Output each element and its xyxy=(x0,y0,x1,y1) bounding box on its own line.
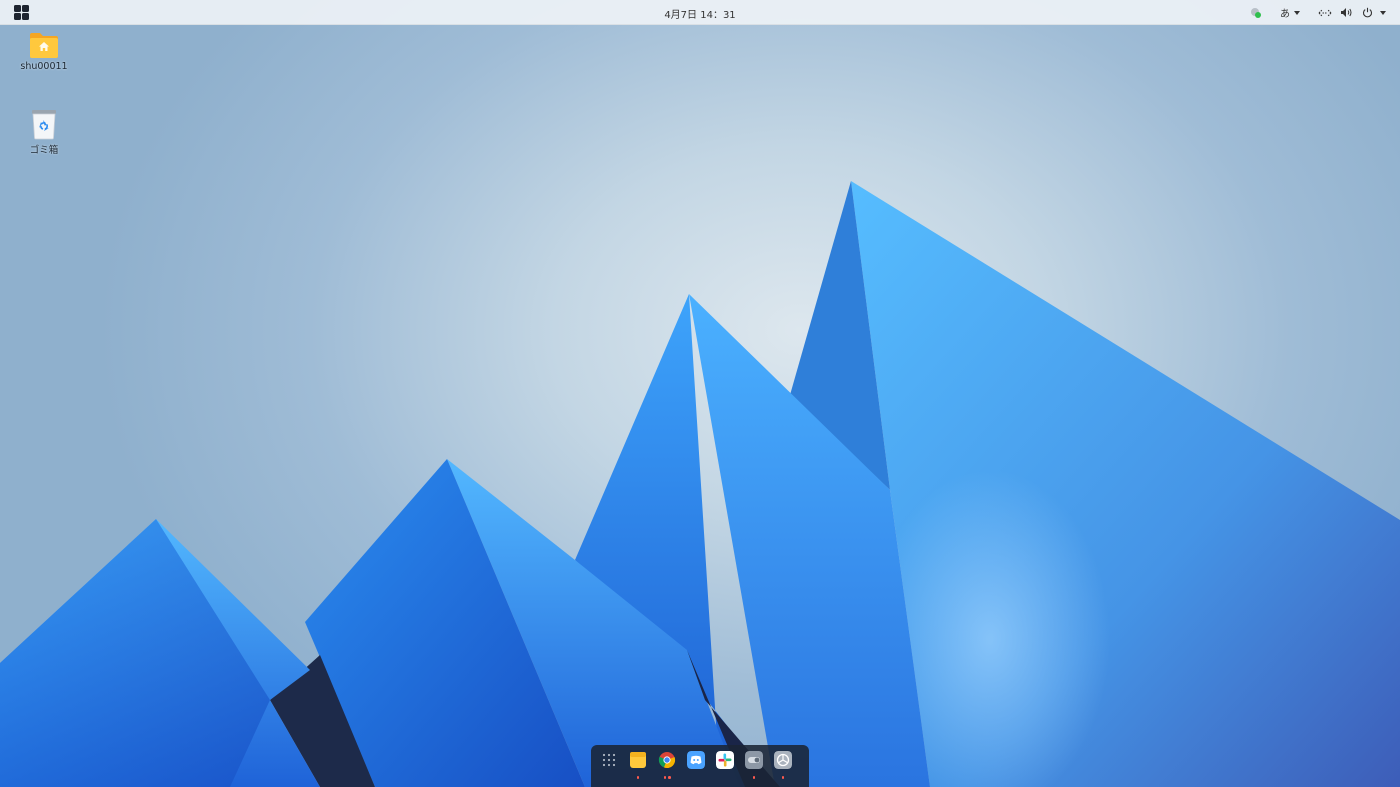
dock-item-slack[interactable] xyxy=(715,751,735,781)
power-icon xyxy=(1363,7,1372,18)
desktop-icon-label: shu00011 xyxy=(20,61,68,72)
monitor-icon xyxy=(774,751,792,769)
dock-item-files[interactable] xyxy=(628,751,648,781)
dock-item-app-launcher[interactable] xyxy=(599,751,619,781)
slack-icon xyxy=(716,751,734,769)
folder-icon xyxy=(629,751,647,769)
dock-item-system-monitor[interactable] xyxy=(773,751,793,781)
input-method-label: あ xyxy=(1280,9,1290,20)
home-folder-icon xyxy=(29,31,59,59)
chevron-down-icon xyxy=(1294,10,1300,15)
dock-item-chrome[interactable] xyxy=(657,751,677,781)
discord-icon xyxy=(687,751,705,769)
activities-grid-icon[interactable] xyxy=(14,5,29,20)
grid-dots-icon xyxy=(600,751,618,769)
input-method-menu[interactable]: あ xyxy=(1280,4,1300,21)
running-indicator xyxy=(628,776,648,779)
desktop-icon-home[interactable]: shu00011 xyxy=(14,31,74,72)
power-menu[interactable] xyxy=(1362,4,1386,21)
settings-toggle-icon xyxy=(745,751,763,769)
chrome-icon xyxy=(658,751,676,769)
desktop-wallpaper xyxy=(0,0,1400,787)
network-icon[interactable] xyxy=(1318,4,1332,21)
dock-item-settings[interactable] xyxy=(744,751,764,781)
trash-icon xyxy=(30,108,58,140)
running-indicator xyxy=(773,776,793,779)
mountain-wallpaper-art xyxy=(0,181,1400,787)
desktop-icon-label: ゴミ箱 xyxy=(29,145,59,156)
running-indicator xyxy=(657,776,677,779)
running-indicator xyxy=(744,776,764,779)
dock-item-discord[interactable] xyxy=(686,751,706,781)
desktop-icon-trash[interactable]: ゴミ箱 xyxy=(14,108,74,156)
chevron-down-icon xyxy=(1380,10,1386,15)
clock[interactable]: 4月7日 14：31 xyxy=(600,6,800,21)
status-indicator-icon[interactable] xyxy=(1250,4,1262,21)
top-panel: 4月7日 14：31 あ xyxy=(0,0,1400,25)
dock xyxy=(591,745,809,787)
volume-icon[interactable] xyxy=(1340,4,1353,21)
